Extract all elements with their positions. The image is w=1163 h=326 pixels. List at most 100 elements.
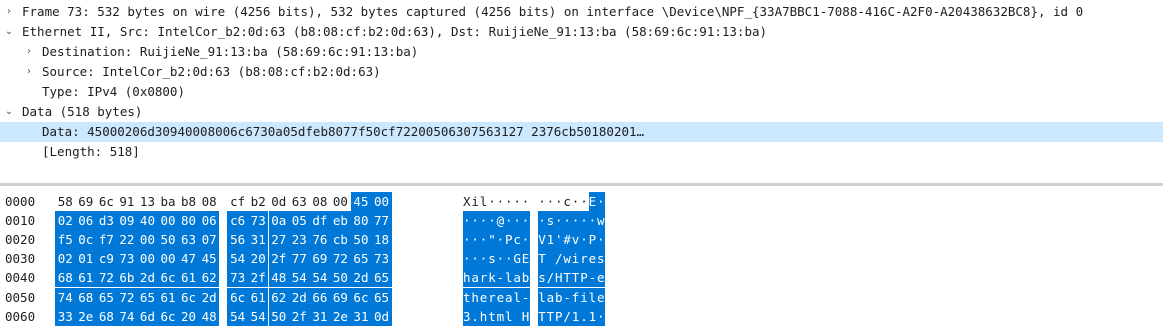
hex-byte[interactable]: 00 [137, 230, 158, 250]
hex-byte[interactable]: 74 [55, 287, 76, 307]
hex-byte[interactable]: 6c [227, 287, 248, 307]
ascii-char[interactable]: e [597, 268, 606, 288]
ascii-char[interactable]: l [480, 192, 488, 211]
hex-byte[interactable]: c9 [96, 249, 117, 269]
ascii-char[interactable]: · [547, 192, 555, 211]
tree-row[interactable]: ⌄ Data (518 bytes) [0, 102, 1163, 122]
ascii-char[interactable]: i [571, 249, 581, 269]
hex-byte[interactable]: 40 [137, 211, 158, 231]
ascii-char[interactable]: w [597, 211, 606, 231]
ascii-char[interactable]: · [597, 230, 606, 250]
hex-byte[interactable]: 72 [116, 287, 138, 307]
hex-byte[interactable]: 77 [371, 211, 392, 231]
hex-byte[interactable]: 80 [350, 211, 372, 231]
ascii-char[interactable]: · [479, 230, 489, 250]
hex-byte[interactable]: 20 [247, 249, 269, 269]
ascii-char[interactable]: a [546, 287, 555, 307]
ascii-char[interactable]: - [521, 287, 531, 307]
ascii-char[interactable]: · [522, 192, 530, 211]
ascii-char[interactable]: " [488, 230, 497, 250]
ascii-char[interactable]: l [505, 268, 514, 288]
ascii-char[interactable]: T [538, 249, 547, 269]
hex-byte[interactable]: 61 [178, 268, 199, 288]
hex-byte[interactable]: ba [158, 192, 179, 211]
ascii-char[interactable]: l [513, 287, 522, 307]
hex-byte[interactable]: 2f [268, 249, 290, 269]
hex-byte[interactable]: 68 [55, 268, 76, 288]
hex-byte[interactable]: 48 [268, 268, 290, 288]
ascii-char[interactable]: · [505, 192, 513, 211]
hex-byte[interactable]: 18 [371, 230, 392, 250]
hex-byte[interactable]: 65 [371, 268, 392, 288]
ascii-char[interactable]: c [513, 230, 522, 250]
ascii-char[interactable]: · [588, 211, 597, 231]
ascii-char[interactable]: e [597, 287, 606, 307]
hex-byte[interactable]: 6c [157, 268, 179, 288]
ascii-char[interactable]: b [555, 287, 564, 307]
hex-byte[interactable]: 72 [330, 249, 351, 269]
ascii-char[interactable]: / [555, 249, 564, 269]
hex-byte[interactable]: 09 [116, 211, 138, 231]
hex-byte[interactable]: d3 [96, 211, 117, 231]
ascii-char[interactable]: · [463, 249, 472, 269]
ascii-char[interactable]: P [505, 230, 514, 250]
ascii-char[interactable]: · [488, 192, 496, 211]
ascii-char[interactable]: · [513, 211, 522, 231]
hex-byte[interactable]: 23 [289, 230, 310, 250]
hex-byte[interactable]: 54 [227, 249, 248, 269]
hex-byte[interactable]: 08 [310, 192, 331, 211]
packet-details-tree[interactable]: › Frame 73: 532 bytes on wire (4256 bits)… [0, 0, 1163, 172]
hex-byte[interactable]: 47 [178, 249, 199, 269]
hex-byte[interactable]: 58 [55, 192, 76, 211]
hex-byte[interactable]: 69 [330, 287, 351, 307]
hex-byte[interactable]: 65 [371, 287, 392, 307]
ascii-char[interactable]: r [580, 249, 589, 269]
ascii-char[interactable]: e [496, 287, 505, 307]
ascii-char[interactable]: · [505, 211, 514, 231]
ascii-char[interactable]: · [580, 230, 589, 250]
ascii-char[interactable]: X [463, 192, 471, 211]
ascii-char[interactable]: k [488, 268, 497, 288]
ascii-char[interactable]: e [479, 287, 489, 307]
hex-byte[interactable]: 0c [75, 230, 97, 250]
hex-byte[interactable]: 27 [268, 230, 290, 250]
hex-byte[interactable]: 69 [76, 192, 97, 211]
hex-byte[interactable]: 06 [75, 211, 97, 231]
ascii-char[interactable]: b [521, 268, 531, 288]
hex-byte[interactable]: 50 [350, 230, 372, 250]
hex-byte[interactable]: b8 [178, 192, 199, 211]
ascii-char[interactable]: H [555, 268, 564, 288]
hex-byte[interactable]: 00 [157, 249, 179, 269]
ascii-char[interactable]: t [463, 287, 472, 307]
ascii-char[interactable]: · [555, 211, 564, 231]
hex-byte[interactable]: 91 [117, 192, 138, 211]
hex-byte[interactable]: 62 [198, 268, 220, 288]
hex-byte[interactable]: 0d [269, 192, 290, 211]
hex-byte[interactable]: 13 [137, 192, 158, 211]
hex-byte[interactable]: 6c [96, 192, 117, 211]
hex-byte[interactable]: 00 [157, 211, 179, 231]
hex-byte[interactable]: 2d [137, 268, 158, 288]
ascii-char[interactable]: · [479, 249, 489, 269]
expand-arrow-icon[interactable]: › [22, 62, 36, 82]
ascii-char[interactable]: G [513, 249, 522, 269]
hex-byte[interactable]: 07 [198, 230, 220, 250]
ascii-char[interactable]: s [488, 249, 497, 269]
ascii-char[interactable]: s [597, 249, 606, 269]
ascii-char[interactable]: · [505, 249, 514, 269]
hex-byte[interactable]: f7 [96, 230, 117, 250]
ascii-char[interactable]: · [497, 192, 505, 211]
ascii-char[interactable]: E [521, 249, 531, 269]
ascii-char[interactable]: · [471, 249, 480, 269]
hex-byte[interactable]: c6 [227, 211, 248, 231]
tree-row[interactable]: Type: IPv4 (0x0800) [0, 82, 1163, 102]
hex-byte[interactable]: 00 [371, 192, 392, 211]
packet-bytes-pane[interactable]: 0000 58 69 6c 91 13 ba b8 08 cf b2 0d 63 08 00 45 00 Xi l ·… [0, 192, 1163, 326]
ascii-char[interactable]: - [496, 268, 505, 288]
ascii-char[interactable]: · [521, 230, 531, 250]
ascii-char[interactable]: · [479, 211, 489, 231]
ascii-char[interactable]: · [580, 192, 588, 211]
hex-byte[interactable]: 06 [198, 211, 220, 231]
ascii-char[interactable] [546, 249, 555, 269]
collapse-arrow-icon[interactable]: ⌄ [2, 102, 16, 122]
